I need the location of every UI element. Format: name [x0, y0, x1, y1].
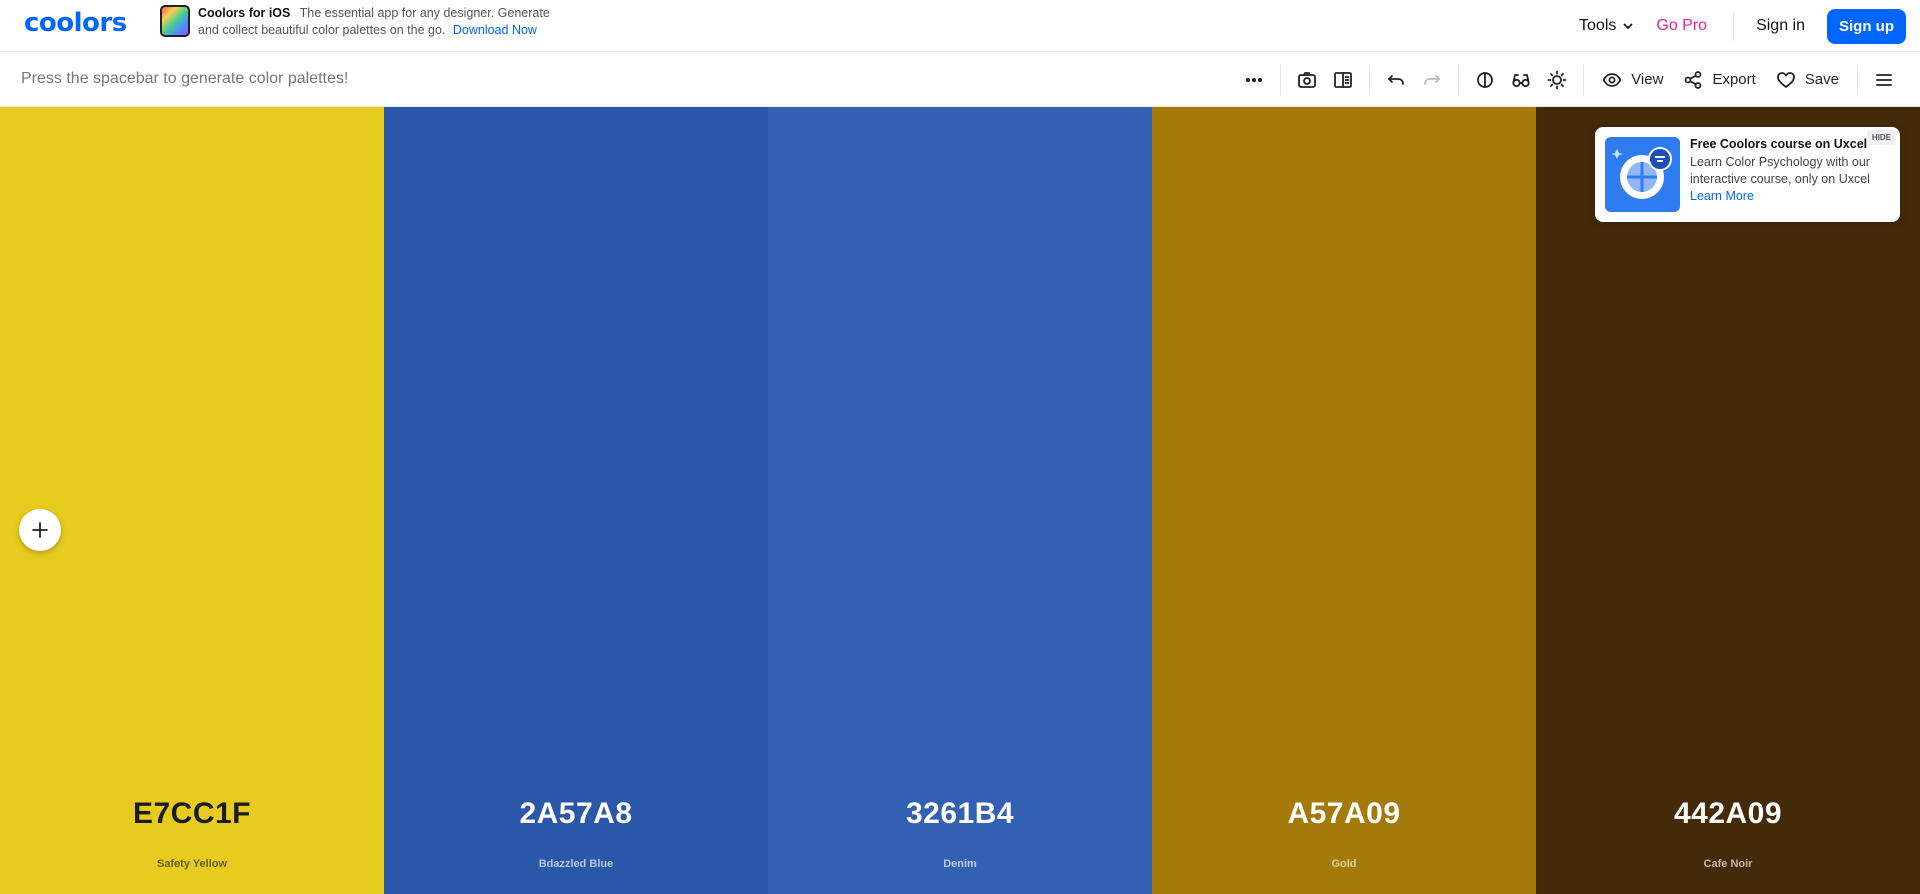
- toolbar-divider: [1857, 64, 1858, 95]
- swatch-hex[interactable]: 2A57A8: [384, 797, 768, 831]
- promo-text: Coolors for iOS The essential app for an…: [198, 5, 558, 39]
- swatch-hex[interactable]: 442A09: [1536, 797, 1920, 831]
- tools-menu[interactable]: Tools: [1579, 17, 1634, 35]
- color-blindness-button[interactable]: [1503, 62, 1539, 98]
- top-navbar: coolors Coolors for iOS The essential ap…: [0, 0, 1920, 52]
- heart-icon: [1776, 71, 1795, 88]
- sign-in-link[interactable]: Sign in: [1756, 17, 1805, 35]
- nav-right: Tools Go Pro Sign in Sign up: [1579, 0, 1906, 52]
- swatch-hex[interactable]: A57A09: [1152, 797, 1536, 831]
- view-button[interactable]: View: [1592, 62, 1673, 98]
- export-label: Export: [1712, 71, 1756, 88]
- swatch-color-name: Gold: [1331, 858, 1357, 870]
- color-swatch[interactable]: A57A09 Gold: [1152, 107, 1536, 894]
- download-now-link[interactable]: Download Now: [453, 23, 537, 37]
- ad-body: Learn Color Psychology with our interact…: [1690, 154, 1895, 205]
- camera-button[interactable]: [1289, 62, 1325, 98]
- swatch-color-name: Cafe Noir: [1703, 858, 1753, 870]
- sun-icon: [1547, 70, 1567, 89]
- plus-icon: [32, 522, 48, 538]
- contrast-button[interactable]: [1467, 62, 1503, 98]
- ios-app-thumbnail-icon[interactable]: [160, 5, 190, 37]
- eye-icon: [1602, 72, 1622, 87]
- learn-more-link[interactable]: Learn More: [1690, 189, 1754, 203]
- chevron-down-icon: [1623, 23, 1634, 30]
- hamburger-menu-icon: [1876, 73, 1892, 86]
- color-swatch[interactable]: 3261B4 Denim: [768, 107, 1152, 894]
- color-swatch[interactable]: 2A57A8 Bdazzled Blue: [384, 107, 768, 894]
- toolbar-divider: [1369, 64, 1371, 95]
- adjust-brightness-button[interactable]: [1539, 62, 1575, 98]
- promo-title: Coolors for iOS: [198, 6, 291, 20]
- swatch-hex[interactable]: E7CC1F: [0, 797, 384, 831]
- swatch-hex[interactable]: 3261B4: [768, 797, 1152, 831]
- go-pro-link[interactable]: Go Pro: [1656, 17, 1707, 35]
- add-color-button[interactable]: [19, 509, 61, 551]
- swatch-color-name: Bdazzled Blue: [538, 858, 614, 870]
- ad-title: Free Coolors course on Uxcel: [1690, 137, 1868, 151]
- redo-button[interactable]: [1414, 62, 1450, 98]
- tools-label: Tools: [1579, 17, 1617, 34]
- color-palette: E7CC1F Safety Yellow 2A57A8 Bdazzled Blu…: [0, 107, 1920, 894]
- more-options-button[interactable]: [1236, 62, 1272, 98]
- undo-icon: [1388, 74, 1405, 85]
- sidebar-layout-icon: [1334, 71, 1353, 88]
- redo-icon: [1424, 74, 1441, 85]
- sign-up-button[interactable]: Sign up: [1827, 8, 1906, 44]
- swatch-color-name: Denim: [943, 858, 977, 870]
- toolbar-divider: [1583, 64, 1585, 95]
- palette-layout-button[interactable]: [1325, 62, 1361, 98]
- toolbar-divider: [1458, 64, 1460, 95]
- palette-toolbar: Press the spacebar to generate color pal…: [0, 52, 1920, 107]
- uxcel-course-icon: [1605, 137, 1680, 212]
- view-label: View: [1631, 71, 1664, 88]
- ad-description: Learn Color Psychology with our interact…: [1690, 155, 1870, 186]
- swatch-color-name: Safety Yellow: [156, 858, 228, 870]
- ios-promo-banner: Coolors for iOS The essential app for an…: [160, 5, 558, 39]
- camera-icon: [1298, 71, 1317, 88]
- uxcel-ad-card[interactable]: HIDE Free Coolors course on Uxcel Learn …: [1595, 127, 1900, 222]
- glasses-icon: [1512, 73, 1530, 87]
- coolors-logo[interactable]: coolors: [24, 8, 127, 38]
- color-swatch[interactable]: E7CC1F Safety Yellow: [0, 107, 384, 894]
- undo-button[interactable]: [1378, 62, 1414, 98]
- main-menu-button[interactable]: [1866, 62, 1902, 98]
- share-icon: [1685, 70, 1702, 89]
- nav-divider: [1733, 11, 1735, 41]
- save-button[interactable]: Save: [1766, 62, 1849, 98]
- hide-ad-button[interactable]: HIDE: [1866, 130, 1896, 145]
- toolbar-tools: View Export Save: [1236, 52, 1902, 107]
- toolbar-divider: [1280, 64, 1282, 95]
- more-horizontal-icon: [1246, 77, 1263, 82]
- spacebar-hint: Press the spacebar to generate color pal…: [21, 70, 349, 87]
- color-swatch[interactable]: 442A09 Cafe Noir: [1536, 107, 1920, 894]
- export-button[interactable]: Export: [1673, 62, 1765, 98]
- save-label: Save: [1804, 71, 1839, 88]
- contrast-icon: [1477, 71, 1494, 88]
